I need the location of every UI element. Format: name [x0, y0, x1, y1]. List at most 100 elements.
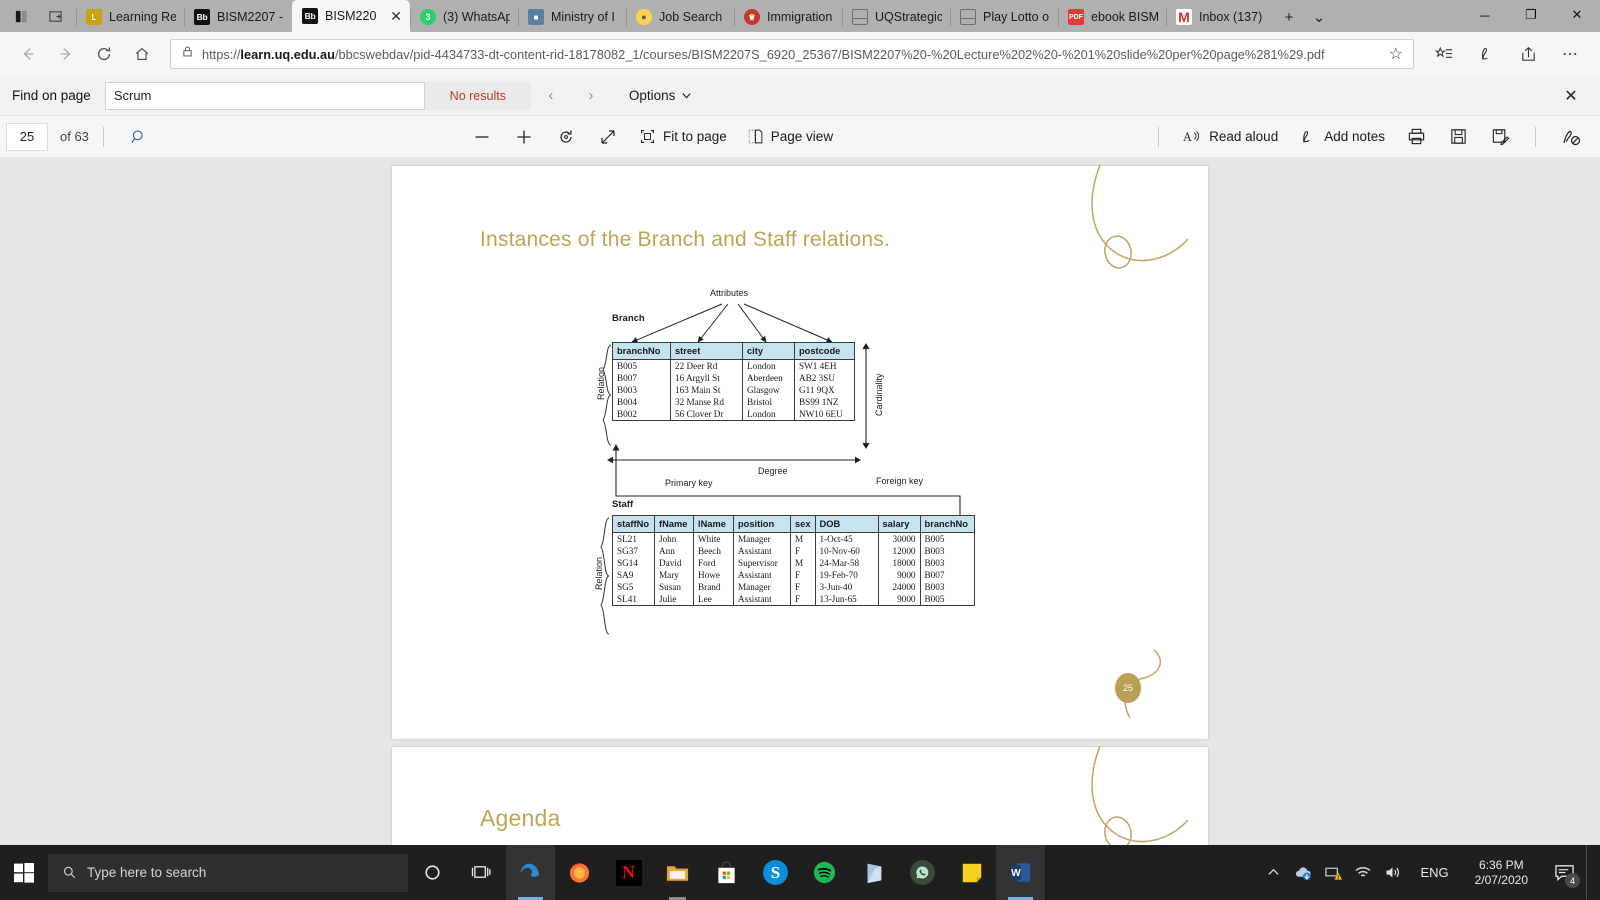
restore-button[interactable]: ❐ — [1508, 0, 1554, 30]
forward-arrow-icon[interactable] — [48, 37, 84, 71]
home-icon[interactable] — [124, 37, 160, 71]
staff-col-0: staffNo — [612, 515, 655, 533]
rotate-icon[interactable] — [545, 122, 587, 152]
cell: Julie — [654, 593, 694, 606]
taskbar-app-whatsapp[interactable] — [898, 845, 947, 900]
save-icon[interactable] — [1437, 122, 1479, 152]
tab-dropdown-button[interactable]: ⌄ — [1304, 2, 1334, 32]
windows-logo-icon — [14, 862, 34, 883]
pdf-search-icon[interactable] — [118, 122, 160, 152]
taskbar-app-onenote[interactable] — [849, 845, 898, 900]
decorative-swirl — [1091, 745, 1189, 845]
tab-search-icon[interactable] — [38, 1, 72, 31]
find-next-button[interactable]: › — [571, 81, 611, 111]
star-icon[interactable]: ☆ — [1385, 44, 1407, 64]
find-options-label: Options — [628, 88, 676, 103]
table-row: SA9 Mary Howe Assistant F 19-Feb-70 9000 B007 — [612, 569, 975, 581]
word-icon: W — [1010, 863, 1030, 882]
start-button[interactable] — [0, 845, 48, 900]
fit-to-page-button[interactable]: Fit to page — [629, 122, 737, 152]
browser-tab-9[interactable]: PDF ebook BISM — [1058, 2, 1166, 32]
cell: F — [790, 545, 816, 557]
cell: SG37 — [612, 545, 655, 557]
save-as-icon[interactable] — [1479, 122, 1521, 152]
taskbar-app-spotify[interactable] — [800, 845, 849, 900]
cell: SG14 — [612, 557, 655, 569]
staff-col-5: DOB — [815, 515, 879, 533]
branch-col-1: street — [670, 342, 743, 360]
print-icon[interactable] — [1395, 122, 1437, 152]
job-search-icon: ● — [636, 9, 652, 25]
find-input[interactable]: Scrum — [104, 81, 425, 110]
blackboard-icon: Bb — [194, 9, 210, 25]
close-icon[interactable]: ✕ — [388, 8, 402, 25]
staff-table: staffNo fName lName position sex DOB sal… — [612, 515, 975, 606]
back-arrow-icon[interactable] — [10, 37, 46, 71]
taskbar-app-microsoft-store[interactable] — [702, 845, 751, 900]
page-number-input[interactable]: 25 — [6, 122, 48, 151]
vertical-tabs-icon[interactable] — [4, 1, 38, 31]
taskbar-app-word[interactable]: W — [996, 845, 1045, 900]
cell: B004 — [612, 396, 671, 408]
browser-tab-1[interactable]: Bb BISM2207 - — [184, 2, 292, 32]
collections-icon[interactable] — [1424, 37, 1464, 71]
clock[interactable]: 6:36 PM 2/07/2020 — [1461, 858, 1542, 888]
network-warning-icon[interactable] — [1318, 845, 1348, 900]
pdf-document-viewer[interactable]: Instances of the Branch and Staff relati… — [0, 158, 1600, 845]
language-indicator[interactable]: ENG — [1408, 865, 1460, 880]
cell: NW10 6EU — [799, 409, 843, 419]
tray-chevron-up-icon[interactable] — [1258, 845, 1288, 900]
taskbar-app-file-explorer[interactable] — [653, 845, 702, 900]
taskbar-search-box[interactable]: Type here to search — [48, 853, 408, 892]
address-bar[interactable]: https://learn.uq.edu.au/bbcswebdav/pid-4… — [170, 39, 1414, 69]
find-previous-button[interactable]: ‹ — [531, 81, 571, 111]
cell: 1-Oct-45 — [815, 532, 879, 545]
window-close-button[interactable]: ✕ — [1554, 0, 1600, 30]
highlight-off-icon[interactable] — [1550, 122, 1592, 152]
table-row: B004 32 Manse Rd Bristol BS99 1NZ — [612, 396, 855, 408]
show-desktop-button[interactable] — [1586, 845, 1594, 900]
browser-tab-6[interactable]: ♕ Immigration — [734, 2, 842, 32]
taskbar-app-sticky-notes[interactable] — [947, 845, 996, 900]
cell: Lee — [693, 593, 734, 606]
browser-tab-8[interactable]: Play Lotto o — [950, 2, 1058, 32]
tabstrip-system-buttons — [0, 0, 76, 32]
action-center-button[interactable]: 4 — [1542, 845, 1586, 900]
browser-tab-3[interactable]: 3 (3) WhatsAp — [410, 2, 518, 32]
taskbar-app-edge[interactable] — [506, 845, 555, 900]
taskbar-app-netflix[interactable]: N — [604, 845, 653, 900]
taskbar-app-skype[interactable]: S — [751, 845, 800, 900]
browser-tab-4[interactable]: ■ Ministry of I — [518, 2, 626, 32]
find-close-button[interactable]: ✕ — [1554, 81, 1588, 111]
url-text: https://learn.uq.edu.au/bbcswebdav/pid-4… — [202, 46, 1325, 62]
cell: 10-Nov-60 — [815, 545, 879, 557]
task-view-icon[interactable] — [457, 845, 506, 900]
browser-tab-7[interactable]: UQStrategic — [842, 2, 950, 32]
pen-icon[interactable] — [1466, 37, 1506, 71]
browser-tab-5[interactable]: ● Job Search V — [626, 2, 734, 32]
minimize-button[interactable]: ─ — [1462, 0, 1508, 30]
page-view-button[interactable]: Page view — [737, 122, 843, 152]
browser-tab-10[interactable]: M Inbox (137) — [1166, 2, 1274, 32]
volume-icon[interactable] — [1378, 845, 1408, 900]
read-aloud-button[interactable]: A Read aloud — [1173, 122, 1288, 152]
wifi-icon[interactable] — [1348, 845, 1378, 900]
browser-tab-2-active[interactable]: Bb BISM220 ✕ — [292, 0, 410, 32]
zoom-in-button[interactable] — [503, 122, 545, 152]
add-notes-button[interactable]: Add notes — [1288, 122, 1395, 152]
cortana-icon[interactable] — [408, 845, 457, 900]
immigration-icon: ♕ — [744, 9, 760, 25]
new-tab-button[interactable]: + — [1274, 2, 1304, 32]
zoom-out-button[interactable] — [461, 122, 503, 152]
browser-tab-0[interactable]: L Learning Re — [76, 2, 184, 32]
taskbar-app-firefox[interactable] — [555, 845, 604, 900]
share-icon[interactable] — [1508, 37, 1548, 71]
ellipsis-icon[interactable]: ⋯ — [1550, 37, 1590, 71]
onedrive-icon[interactable] — [1288, 845, 1318, 900]
refresh-icon[interactable] — [86, 37, 122, 71]
cell: Brand — [693, 581, 734, 593]
expand-icon[interactable] — [587, 122, 629, 152]
find-options-button[interactable]: Options — [629, 88, 693, 103]
page-view-icon — [748, 129, 763, 144]
staff-col-1: fName — [654, 515, 694, 533]
